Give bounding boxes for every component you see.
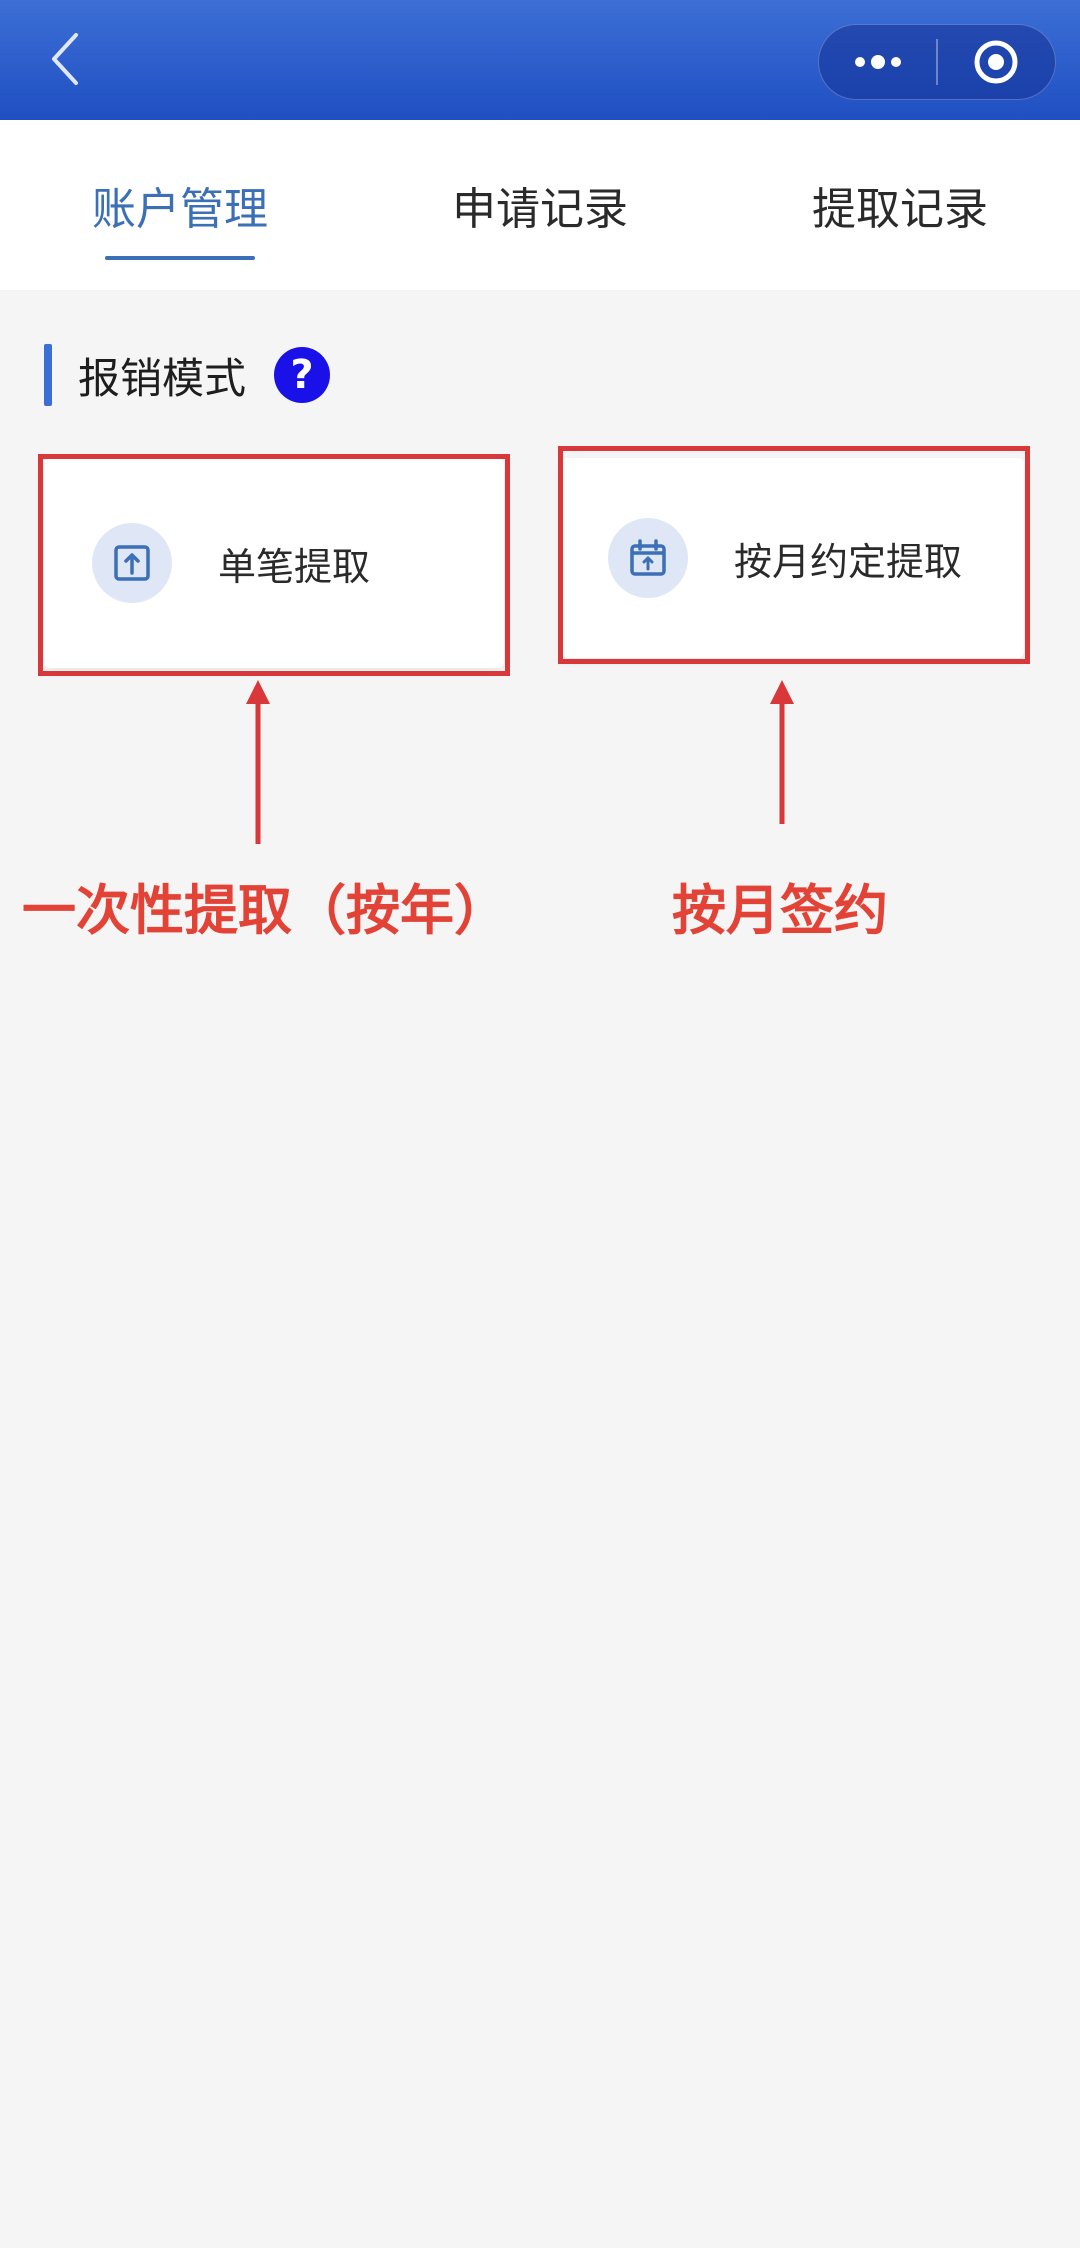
more-button[interactable]: [819, 25, 936, 99]
back-button[interactable]: [30, 24, 100, 94]
active-tab-underline: [105, 256, 255, 260]
help-mark: ?: [290, 352, 314, 398]
tab-bar: 账户管理 申请记录 提取记录: [0, 120, 1080, 290]
highlight-box-left: [38, 454, 510, 676]
section-header: 报销模式 ?: [44, 342, 331, 408]
section-accent-bar: [44, 344, 52, 406]
top-navigation-bar: [0, 0, 1080, 120]
back-chevron-icon: [52, 33, 78, 85]
tab-label: 账户管理: [92, 184, 268, 235]
tab-application-records[interactable]: 申请记录: [390, 120, 690, 290]
arrow-up-icon: [770, 680, 794, 824]
section-title: 报销模式: [78, 353, 247, 403]
help-icon[interactable]: ?: [274, 347, 331, 403]
tab-withdrawal-records[interactable]: 提取记录: [750, 120, 1050, 290]
close-program-button[interactable]: [938, 25, 1055, 99]
tab-label: 申请记录: [452, 184, 628, 235]
more-dots-icon: [854, 55, 901, 69]
tab-label: 提取记录: [812, 184, 988, 235]
tab-account-management[interactable]: 账户管理: [30, 120, 330, 290]
highlight-box-right: [558, 446, 1030, 664]
annotation-left: 一次性提取（按年）: [22, 879, 508, 942]
arrow-up-icon: [246, 680, 270, 844]
annotation-right: 按月签约: [672, 879, 888, 942]
target-circle-icon: [974, 40, 1018, 84]
mini-program-capsule: [818, 24, 1056, 100]
